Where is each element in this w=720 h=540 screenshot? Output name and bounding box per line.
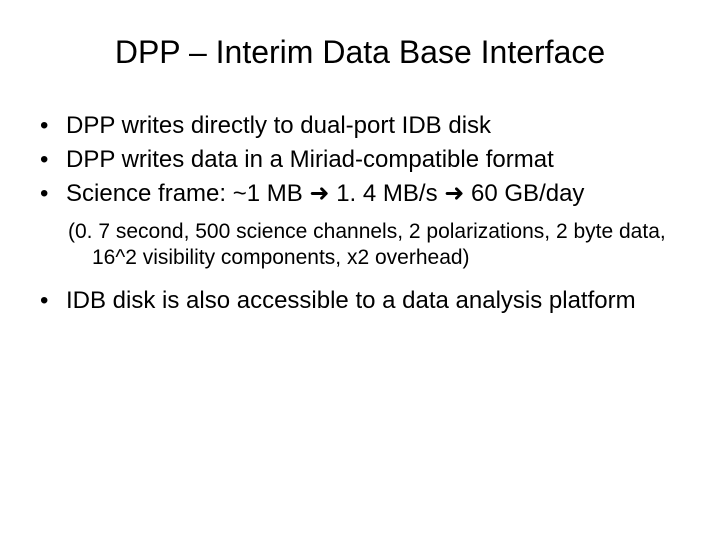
bullet-item: Science frame: ~1 MB ➜ 1. 4 MB/s ➜ 60 GB… — [40, 179, 690, 209]
bullet-list: DPP writes directly to dual-port IDB dis… — [30, 111, 690, 209]
bullet-item: DPP writes directly to dual-port IDB dis… — [40, 111, 690, 141]
slide: DPP – Interim Data Base Interface DPP wr… — [0, 0, 720, 540]
slide-title: DPP – Interim Data Base Interface — [30, 34, 690, 71]
bullet-item: IDB disk is also accessible to a data an… — [40, 286, 690, 316]
bullet-item: DPP writes data in a Miriad-compatible f… — [40, 145, 690, 175]
bullet-list-2: IDB disk is also accessible to a data an… — [30, 286, 690, 316]
sub-bullet: (0. 7 second, 500 science channels, 2 po… — [30, 219, 690, 272]
